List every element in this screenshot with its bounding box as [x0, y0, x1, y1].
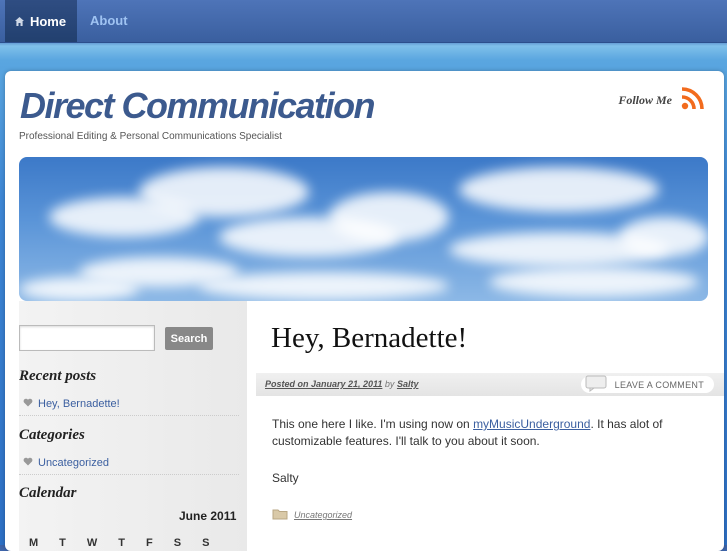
calendar-day: S [202, 537, 210, 549]
nav-home-link[interactable]: Home [5, 0, 77, 42]
leave-comment-label: LEAVE A COMMENT [614, 379, 704, 390]
site-tagline: Professional Editing & Personal Communic… [19, 131, 282, 142]
post-title[interactable]: Hey, Bernadette! [271, 322, 467, 355]
header-banner-sky-image [19, 157, 708, 301]
sidebar: Search Recent posts Hey, Bernadette! Cat… [19, 301, 247, 551]
recent-posts-title: Recent posts [19, 368, 97, 384]
divider [19, 474, 239, 475]
nav-home-label: Home [29, 13, 67, 29]
calendar-day: T [118, 537, 126, 549]
post-category-line: Uncategorized [272, 508, 352, 522]
post-body-text-1: This one here I like. I'm using now on [272, 417, 474, 431]
folder-icon [272, 508, 288, 522]
top-navigation: Home About [0, 0, 727, 43]
home-icon [14, 16, 25, 27]
post-by-label: by [384, 379, 395, 389]
post-body: This one here I like. I'm using now on m… [272, 416, 692, 450]
category-label: Uncategorized [38, 457, 109, 469]
mymusicunderground-link[interactable]: myMusicUnderground [473, 417, 590, 431]
heart-bullet-icon [23, 457, 33, 469]
leave-comment-button[interactable]: LEAVE A COMMENT [580, 375, 714, 394]
calendar-day: W [86, 537, 98, 549]
calendar-day: T [59, 537, 66, 549]
search-input[interactable] [19, 325, 155, 351]
category-item[interactable]: Uncategorized [23, 457, 109, 469]
calendar-day: S [173, 537, 182, 549]
rss-icon[interactable] [680, 85, 706, 116]
post-date-link[interactable]: Posted on January 21, 2011 [265, 379, 382, 389]
recent-post-item[interactable]: Hey, Bernadette! [23, 398, 120, 410]
follow-me-label: Follow Me [618, 93, 672, 107]
post-author-link[interactable]: Salty [397, 379, 419, 389]
post-signature: Salty [272, 471, 299, 485]
post-meta-bar: Posted on January 21, 2011 by Salty LEAV… [256, 373, 724, 396]
heart-bullet-icon [23, 398, 33, 410]
search-button[interactable]: Search [165, 327, 213, 350]
speech-bubble-icon [585, 375, 607, 394]
calendar-title: Calendar [19, 485, 77, 501]
site-title[interactable]: Direct Communication [20, 85, 376, 127]
post-category-link[interactable]: Uncategorized [294, 510, 352, 520]
follow-me[interactable]: Follow Me [618, 85, 706, 116]
calendar-month: June 2011 [179, 509, 237, 523]
calendar-day: M [29, 537, 39, 549]
calendar-weekdays: M T W T F S S [29, 537, 209, 549]
divider [19, 415, 239, 416]
nav-about-link[interactable]: About [90, 13, 128, 28]
calendar-day: F [146, 537, 153, 549]
recent-post-label: Hey, Bernadette! [38, 398, 120, 410]
categories-title: Categories [19, 427, 85, 443]
post-meta-text: Posted on January 21, 2011 by Salty [265, 379, 418, 389]
